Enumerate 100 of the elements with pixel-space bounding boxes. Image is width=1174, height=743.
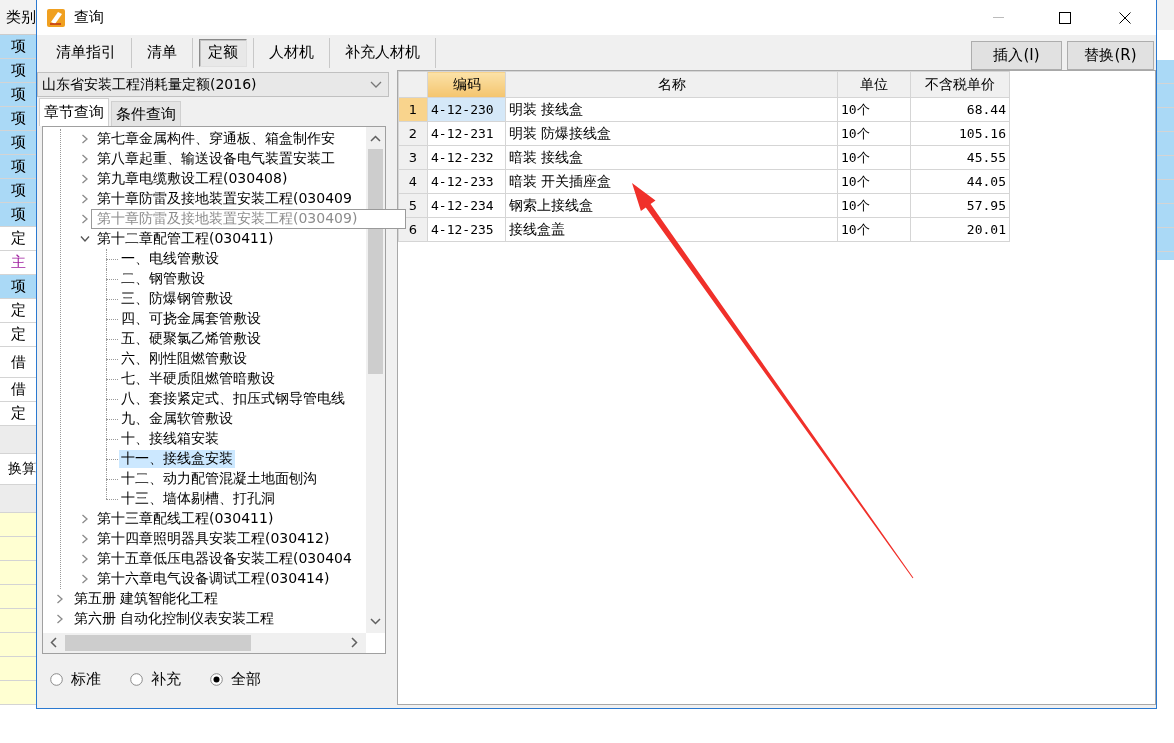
- table-cell: 项: [0, 35, 36, 59]
- column-header[interactable]: 单位: [837, 71, 911, 98]
- radio-label[interactable]: 标准: [71, 669, 101, 689]
- radio-button[interactable]: [210, 672, 223, 686]
- table-cell: 项: [0, 203, 36, 227]
- table-cell: 项: [0, 107, 36, 131]
- table-cell: 项: [0, 179, 36, 203]
- table-cell: 定: [0, 402, 36, 426]
- tree-item[interactable]: 第十五章低压电器设备安装工程(030404: [95, 550, 354, 568]
- table-cell: 定: [0, 323, 36, 347]
- search-tab[interactable]: 条件查询: [111, 101, 181, 126]
- table-cell: 10个: [837, 193, 911, 218]
- tree-item[interactable]: 五、硬聚氯乙烯管敷设: [119, 330, 263, 348]
- radio-button[interactable]: [130, 672, 143, 686]
- table-cell: 明装 防爆接线盒: [505, 121, 838, 146]
- tree-item[interactable]: 第十二章配管工程(030411): [95, 230, 276, 248]
- tree-item[interactable]: 七、半硬质阻燃管暗敷设: [119, 370, 277, 388]
- row-number[interactable]: 2: [398, 121, 428, 146]
- table-cell: 项: [0, 275, 36, 299]
- tree-item[interactable]: 九、金属软管敷设: [119, 410, 235, 428]
- horizontal-scrollbar[interactable]: [43, 633, 366, 653]
- tree-item[interactable]: 十一、接线盒安装: [119, 450, 235, 468]
- tree-item[interactable]: 第十四章照明器具安装工程(030412): [95, 530, 332, 548]
- tree-item[interactable]: 第十三章配线工程(030411): [95, 510, 276, 528]
- table-cell: 4-12-231: [427, 121, 506, 146]
- tree-item[interactable]: 三、防爆钢管敷设: [119, 290, 235, 308]
- table-cell: 主: [0, 251, 36, 275]
- scroll-left-icon: [50, 637, 57, 648]
- toolbar-tab[interactable]: 定额: [199, 38, 247, 67]
- table-cell: 68.44: [910, 97, 1010, 122]
- tree-item[interactable]: 一、电线管敷设: [119, 250, 221, 268]
- tree-item[interactable]: 二、钢管敷设: [119, 270, 207, 288]
- column-header[interactable]: 不含税单价: [910, 71, 1010, 98]
- tree-item[interactable]: 第十六章电气设备调试工程(030414): [95, 570, 332, 588]
- chevron-down-icon: [370, 80, 382, 89]
- library-dropdown[interactable]: 山东省安装工程消耗量定额(2016): [37, 72, 389, 97]
- scroll-right-icon: [351, 637, 358, 648]
- close-icon[interactable]: [1119, 11, 1131, 24]
- row-number[interactable]: 3: [398, 145, 428, 170]
- table-cell: 45.55: [910, 145, 1010, 170]
- table-cell: 20.01: [910, 217, 1010, 242]
- tree-item[interactable]: 八、套接紧定式、扣压式钢导管电线: [119, 390, 347, 408]
- tree-item[interactable]: 第九章电缆敷设工程(030408): [95, 170, 290, 188]
- table-cell: 项: [0, 131, 36, 155]
- tree-item[interactable]: 第六册 自动化控制仪表安装工程: [72, 610, 277, 628]
- table-cell: 10个: [837, 97, 911, 122]
- tree-item[interactable]: 十、接线箱安装: [119, 430, 221, 448]
- table-cell: [0, 537, 36, 561]
- table-cell: 10个: [837, 169, 911, 194]
- table-cell: 105.16: [910, 121, 1010, 146]
- table-cell: 项: [0, 155, 36, 179]
- table-cell: [0, 585, 36, 609]
- replace-button[interactable]: 替换(R): [1067, 41, 1154, 70]
- insert-button[interactable]: 插入(I): [971, 41, 1062, 70]
- toolbar-tab[interactable]: 清单指引: [47, 38, 125, 67]
- table-cell: [0, 513, 36, 537]
- vertical-scrollbar[interactable]: [366, 127, 385, 633]
- row-number[interactable]: 4: [398, 169, 428, 194]
- tree-item[interactable]: 第五册 建筑智能化工程: [72, 590, 221, 608]
- table-cell: 10个: [837, 121, 911, 146]
- table-cell: 明装 接线盒: [505, 97, 838, 122]
- table-cell: 项: [0, 83, 36, 107]
- table-cell: 定: [0, 299, 36, 323]
- column-header[interactable]: 名称: [505, 71, 838, 98]
- tooltip: 第十章防雷及接地装置安装工程(030409): [91, 209, 406, 229]
- table-cell: [0, 657, 36, 681]
- table-cell: [0, 561, 36, 585]
- column-header[interactable]: 编码: [427, 71, 506, 98]
- radio-label[interactable]: 全部: [231, 669, 261, 689]
- tree-item[interactable]: 四、可挠金属套管敷设: [119, 310, 263, 328]
- search-tab[interactable]: 章节查询: [39, 98, 109, 126]
- table-cell: 10个: [837, 145, 911, 170]
- tree-item[interactable]: 十二、动力配管混凝土地面刨沟: [119, 470, 319, 488]
- table-cell: [0, 681, 36, 705]
- tree-item[interactable]: 第七章金属构件、穿通板、箱盒制作安: [95, 130, 337, 148]
- table-cell: 暗装 接线盒: [505, 145, 838, 170]
- toolbar-tab[interactable]: 补充人材机: [336, 38, 429, 67]
- tree-item[interactable]: 第八章起重、输送设备电气装置安装工: [95, 150, 337, 168]
- tree-item[interactable]: 第十章防雷及接地装置安装工程(030409: [95, 190, 354, 208]
- toolbar-tab[interactable]: 清单: [138, 38, 186, 67]
- table-cell: [0, 633, 36, 657]
- tree-item[interactable]: 六、刚性阻燃管敷设: [119, 350, 249, 368]
- table-cell: 4-12-235: [427, 217, 506, 242]
- toolbar-tab[interactable]: 人材机: [260, 38, 323, 67]
- scroll-down-icon: [370, 618, 381, 625]
- radio-label[interactable]: 补充: [151, 669, 181, 689]
- table-cell: 44.05: [910, 169, 1010, 194]
- table-cell: 57.95: [910, 193, 1010, 218]
- table-cell: [0, 609, 36, 633]
- table-cell: 项: [0, 59, 36, 83]
- table-cell: 4-12-234: [427, 193, 506, 218]
- app-icon: [46, 7, 66, 28]
- row-number[interactable]: 1: [398, 97, 428, 122]
- table-cell: 4-12-232: [427, 145, 506, 170]
- scroll-up-icon: [370, 135, 381, 142]
- window-title: 查询: [74, 8, 104, 27]
- tree-item[interactable]: 十三、墙体剔槽、打孔洞: [119, 490, 277, 508]
- maximize-icon[interactable]: [1059, 11, 1071, 24]
- radio-button[interactable]: [50, 672, 63, 686]
- table-cell: 4-12-233: [427, 169, 506, 194]
